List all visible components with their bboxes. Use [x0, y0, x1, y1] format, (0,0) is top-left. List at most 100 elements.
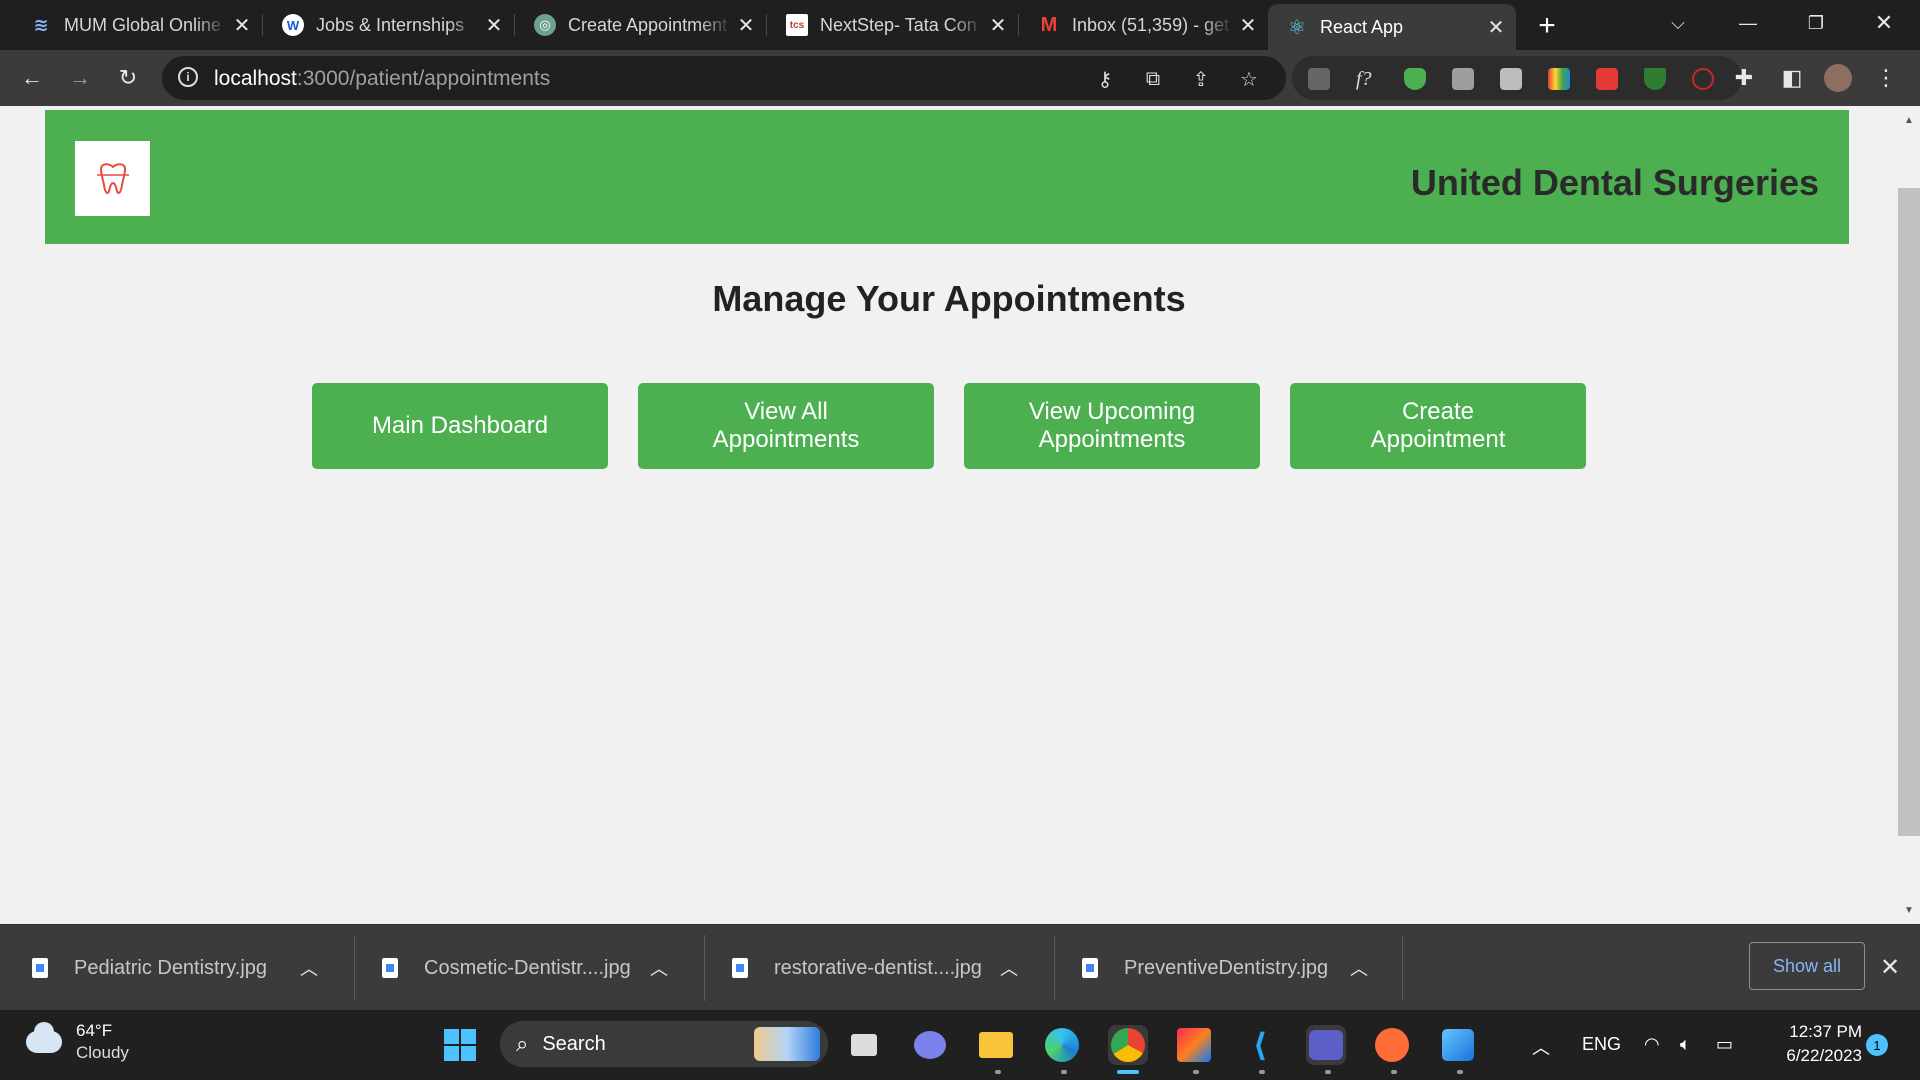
taskbar-search[interactable]: ⌕ Search: [500, 1021, 828, 1067]
tab-title: NextStep- Tata Con: [820, 14, 977, 35]
show-hidden-icons-icon[interactable]: ︿: [1532, 1034, 1550, 1060]
download-item[interactable]: PreventiveDentistry.jpg ︿: [1050, 925, 1398, 1011]
mum-icon: ≋: [33, 14, 49, 35]
download-item[interactable]: Cosmetic-Dentistr....jpg ︿: [350, 925, 698, 1011]
download-shelf: Pediatric Dentistry.jpg ︿ Cosmetic-Denti…: [0, 924, 1920, 1011]
running-indicator: [995, 1070, 1001, 1074]
chevron-up-icon[interactable]: ︿: [300, 955, 318, 981]
download-item[interactable]: Pediatric Dentistry.jpg ︿: [0, 925, 348, 1011]
view-all-appointments-button[interactable]: View All Appointments: [638, 383, 934, 469]
tab-jobs[interactable]: W Jobs & Internships ✕: [264, 6, 515, 44]
side-panel-icon[interactable]: ◧: [1778, 64, 1806, 92]
image-file-icon: [32, 958, 48, 978]
page-content: United Dental Surgeries Manage Your Appo…: [0, 106, 1898, 924]
share-icon[interactable]: ⇪: [1188, 66, 1214, 92]
intellij-icon[interactable]: [1174, 1025, 1214, 1065]
profile-avatar[interactable]: [1824, 64, 1852, 92]
download-item[interactable]: restorative-dentist....jpg ︿: [700, 925, 1048, 1011]
image-file-icon: [1082, 958, 1098, 978]
file-explorer-icon[interactable]: [976, 1025, 1016, 1065]
extensions-puzzle-icon[interactable]: ✚: [1730, 64, 1758, 92]
close-icon[interactable]: ✕: [984, 13, 1012, 38]
running-indicator: [1259, 1070, 1265, 1074]
site-header: United Dental Surgeries: [45, 110, 1849, 244]
wifi-icon[interactable]: ◠: [1644, 1034, 1660, 1055]
download-filename: restorative-dentist....jpg: [774, 956, 982, 979]
chat-icon[interactable]: [910, 1025, 950, 1065]
paw-extension-icon[interactable]: [1596, 68, 1618, 90]
close-icon[interactable]: ✕: [1234, 13, 1262, 38]
close-window-button[interactable]: ✕: [1856, 0, 1912, 46]
url-text[interactable]: localhost:3000/patient/appointments: [214, 67, 550, 91]
tab-create-appointment[interactable]: ◎ Create Appointment ✕: [516, 6, 767, 44]
system-clock[interactable]: 12:37 PM 6/22/2023: [1752, 1020, 1862, 1068]
reload-icon[interactable]: ↻: [114, 64, 142, 92]
key-icon[interactable]: ⚷: [1092, 66, 1118, 92]
scroll-down-icon[interactable]: ▼: [1898, 902, 1920, 918]
task-view-icon[interactable]: [844, 1025, 884, 1065]
language-indicator[interactable]: ENG: [1582, 1034, 1621, 1055]
forward-icon[interactable]: →: [66, 64, 94, 92]
close-icon[interactable]: ✕: [480, 13, 508, 38]
color-extension-icon[interactable]: [1548, 68, 1570, 90]
back-icon[interactable]: ←: [18, 64, 46, 92]
close-icon[interactable]: ✕: [1880, 953, 1900, 982]
edge-icon[interactable]: [1042, 1025, 1082, 1065]
tab-inbox[interactable]: M Inbox (51,359) - get ✕: [1020, 6, 1268, 44]
main-dashboard-button[interactable]: Main Dashboard: [312, 383, 608, 469]
battery-icon[interactable]: ▭: [1716, 1034, 1733, 1055]
chevron-up-icon[interactable]: ︿: [1000, 955, 1018, 981]
running-indicator: [1193, 1070, 1199, 1074]
record-extension-icon[interactable]: [1692, 68, 1714, 90]
windows-taskbar: 64°F Cloudy ⌕ Search ⟨ ︿ ENG ◠ 🔈︎ ▭ 12:3…: [0, 1010, 1920, 1080]
open-in-app-icon[interactable]: ⧉: [1140, 66, 1166, 92]
minimize-button[interactable]: —: [1720, 0, 1776, 46]
chrome-icon[interactable]: [1108, 1025, 1148, 1065]
notification-badge[interactable]: 1: [1866, 1034, 1888, 1056]
weather-condition: Cloudy: [76, 1043, 129, 1062]
function-extension-icon[interactable]: f?: [1356, 68, 1378, 90]
notes-extension-icon[interactable]: [1452, 68, 1474, 90]
scroll-up-icon[interactable]: ▲: [1898, 112, 1920, 128]
pen-extension-icon[interactable]: [1308, 68, 1330, 90]
clock-date: 6/22/2023: [1786, 1046, 1862, 1065]
tab-nextstep[interactable]: tcs NextStep- Tata Con ✕: [768, 6, 1019, 44]
menu-kebab-icon[interactable]: ⋮: [1872, 64, 1900, 92]
volume-icon[interactable]: 🔈︎: [1680, 1034, 1691, 1055]
chevron-up-icon[interactable]: ︿: [650, 955, 668, 981]
address-bar[interactable]: i localhost:3000/patient/appointments ⚷ …: [162, 56, 1286, 100]
vscode-icon[interactable]: ⟨: [1240, 1025, 1280, 1065]
scrollbar-thumb[interactable]: [1898, 188, 1920, 836]
site-title: United Dental Surgeries: [1410, 162, 1819, 203]
view-upcoming-appointments-button[interactable]: View Upcoming Appointments: [964, 383, 1260, 469]
tab-react-app[interactable]: ⚛ React App ✕: [1268, 4, 1516, 50]
close-icon[interactable]: ✕: [228, 13, 256, 38]
image-file-icon: [732, 958, 748, 978]
start-windows-icon[interactable]: [440, 1025, 480, 1065]
tab-mum-global[interactable]: ≋ MUM Global Online ✕: [12, 6, 263, 44]
photos-icon[interactable]: [1438, 1025, 1478, 1065]
download-extension-icon[interactable]: [1644, 68, 1666, 90]
react-icon: ⚛: [1288, 16, 1306, 39]
teams-icon[interactable]: [1306, 1025, 1346, 1065]
close-icon[interactable]: ✕: [1482, 15, 1510, 40]
w-icon: W: [282, 14, 304, 36]
show-all-button[interactable]: Show all: [1749, 942, 1865, 990]
tooth-logo-icon[interactable]: [75, 141, 150, 216]
hand-extension-icon[interactable]: [1500, 68, 1522, 90]
postman-icon[interactable]: [1372, 1025, 1412, 1065]
search-highlight-icon: [754, 1027, 820, 1061]
tab-search-icon[interactable]: ⌵: [1650, 0, 1706, 46]
restore-button[interactable]: ❐: [1788, 0, 1844, 46]
divider: [1402, 935, 1403, 1001]
new-tab-button[interactable]: +: [1528, 8, 1566, 44]
close-icon[interactable]: ✕: [732, 13, 760, 38]
site-info-icon[interactable]: i: [178, 67, 198, 87]
extensions-area: f?: [1292, 56, 1742, 100]
bookmark-star-icon[interactable]: ☆: [1236, 66, 1262, 92]
create-appointment-button[interactable]: Create Appointment: [1290, 383, 1586, 469]
gmail-icon: M: [1040, 13, 1058, 36]
weather-widget[interactable]: 64°F Cloudy: [26, 1020, 129, 1064]
chevron-up-icon[interactable]: ︿: [1350, 955, 1368, 981]
shield-extension-icon[interactable]: [1404, 68, 1426, 90]
